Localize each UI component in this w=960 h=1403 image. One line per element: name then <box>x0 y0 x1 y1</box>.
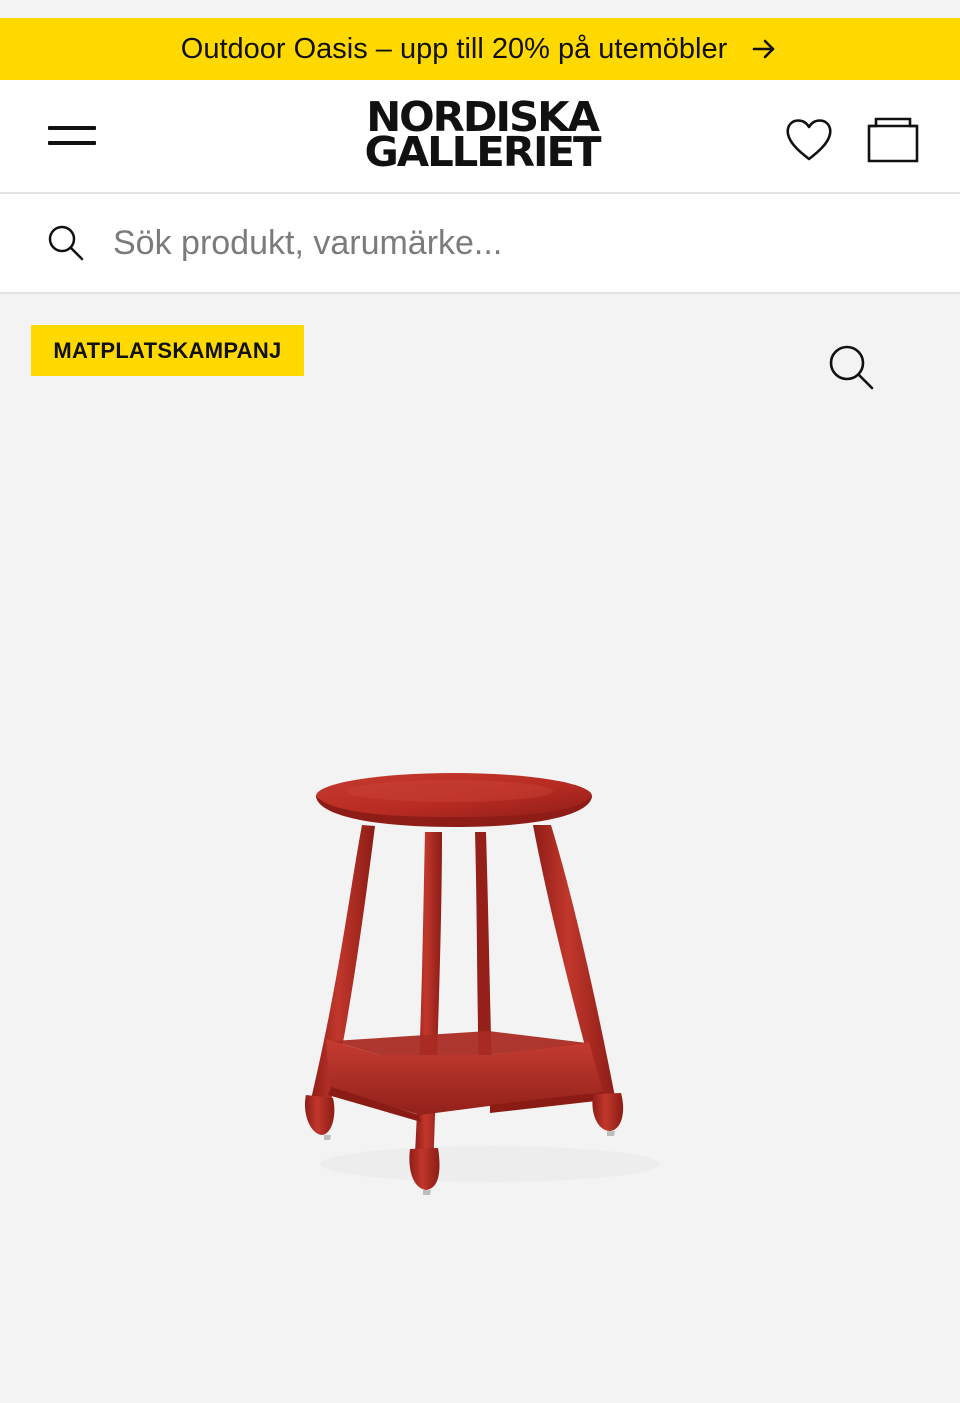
product-image-red-stool[interactable] <box>270 769 710 1209</box>
search-input[interactable] <box>113 223 813 263</box>
promo-text[interactable]: Outdoor Oasis – upp till 20% på utemöble… <box>181 33 727 66</box>
campaign-badge: MATPLATSKAMPANJ <box>31 325 304 376</box>
promo-banner[interactable]: Outdoor Oasis – upp till 20% på utemöble… <box>0 18 960 80</box>
red-stool-illustration <box>304 773 660 1195</box>
logo-line-galleriet: GALLERIET <box>364 128 601 176</box>
search-bar[interactable] <box>0 194 960 294</box>
menu-line-bottom <box>48 141 96 145</box>
search-icon[interactable] <box>45 222 87 264</box>
site-header: NORDISKA GALLERIET <box>0 80 960 194</box>
product-gallery: MATPLATSKAMPANJ <box>0 294 960 1403</box>
arrow-right-icon[interactable] <box>749 34 779 64</box>
hamburger-menu-icon[interactable] <box>48 122 96 150</box>
shopping-bag-icon[interactable] <box>866 113 920 167</box>
zoom-search-icon[interactable] <box>826 342 876 392</box>
nordiska-galleriet-logo[interactable]: NORDISKA GALLERIET <box>324 97 640 176</box>
heart-icon[interactable] <box>782 113 836 167</box>
top-status-gap <box>0 0 960 18</box>
menu-line-top <box>48 126 96 130</box>
